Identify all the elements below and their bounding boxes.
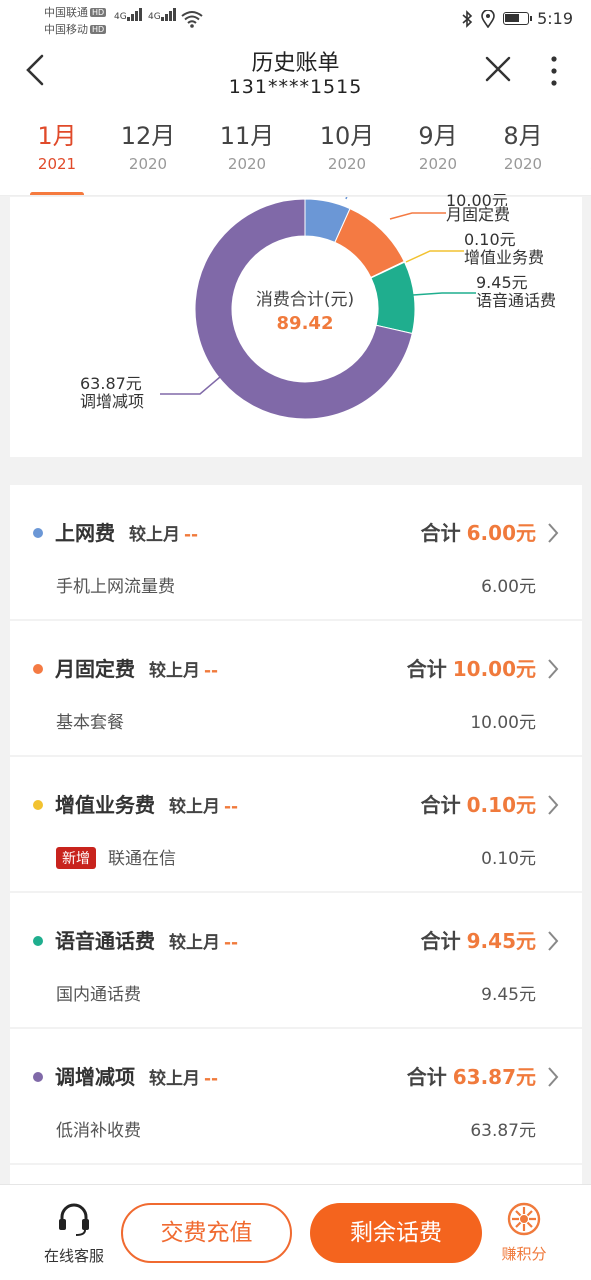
points-icon <box>507 1202 541 1236</box>
item-amount: 63.87元 <box>470 1121 536 1141</box>
compare-label: 较上月 -- <box>149 1069 219 1089</box>
category-dot <box>33 936 43 946</box>
leader-internet <box>345 197 348 200</box>
item-name: 联通在信 <box>108 849 176 869</box>
earn-points-button[interactable]: 赚积分 <box>494 1201 554 1264</box>
tab-month-6[interactable]: 7月2020 <box>574 116 591 173</box>
item-name: 基本套餐 <box>56 713 124 733</box>
category-dot <box>33 800 43 810</box>
compare-label: 较上月 -- <box>149 661 219 681</box>
category-name: 增值业务费 <box>55 793 155 817</box>
category-card-adjust[interactable]: 调增减项 较上月 -- 合计 63.87元 低消补收费 63.87元 <box>10 1029 582 1163</box>
chevron-right-icon[interactable] <box>546 1065 560 1089</box>
tab-month-1[interactable]: 12月 2020 <box>113 116 183 173</box>
bluetooth-icon <box>462 9 473 28</box>
location-icon <box>481 9 495 28</box>
leader-fixed <box>389 212 446 220</box>
leader-voice <box>412 292 476 296</box>
category-total: 合计 9.45元 <box>420 929 536 953</box>
tab-month-5[interactable]: 8月 2020 <box>488 116 558 173</box>
compare-label: 较上月 -- <box>169 797 239 817</box>
chevron-right-icon[interactable] <box>546 929 560 953</box>
pay-recharge-button[interactable]: 交费充值 <box>121 1203 292 1263</box>
chart-center-label: 消费合计(元) <box>255 290 355 310</box>
category-name: 月固定费 <box>55 657 135 681</box>
compare-label: 较上月 -- <box>169 933 239 953</box>
item-amount: 10.00元 <box>470 713 536 733</box>
wifi-icon <box>181 11 203 28</box>
carrier-1: 中国联通 HD <box>44 6 107 19</box>
callout-voice: 9.45元 语音通话费 <box>476 273 557 310</box>
tab-month-4[interactable]: 9月 2020 <box>403 116 473 173</box>
chevron-right-icon[interactable] <box>546 521 560 545</box>
close-icon[interactable] <box>483 54 513 84</box>
category-total: 合计 63.87元 <box>406 1065 536 1089</box>
bottom-bar: 在线客服 交费充值 剩余话费 赚积分 <box>0 1184 591 1280</box>
tab-month-2[interactable]: 11月 2020 <box>212 116 282 173</box>
tab-month-3[interactable]: 10月 2020 <box>312 116 382 173</box>
item-name: 低消补收费 <box>56 1121 141 1141</box>
category-total: 合计 0.10元 <box>420 793 536 817</box>
chart-center-total: 89.42 <box>276 313 334 334</box>
callout-vas: 0.10元 增值业务费 <box>464 230 545 267</box>
item-amount: 6.00元 <box>481 577 536 597</box>
signal-icon-2: 4G <box>148 8 177 24</box>
status-bar: 中国联通 HD 中国移动 HD 4G 4G 5:19 <box>0 0 591 40</box>
leader-vas <box>405 250 464 263</box>
category-dot <box>33 664 43 674</box>
signal-icon-1: 4G <box>114 8 143 24</box>
online-service-button[interactable]: 在线客服 <box>34 1201 114 1266</box>
callout-adjust: 63.87元 调增减项 <box>80 374 145 411</box>
tab-month-0[interactable]: 1月 2021 <box>22 116 92 195</box>
clock: 5:19 <box>537 9 573 28</box>
item-name: 国内通话费 <box>56 985 141 1005</box>
category-total: 合计 10.00元 <box>406 657 536 681</box>
category-card-fixed[interactable]: 月固定费 较上月 -- 合计 10.00元 基本套餐 10.00元 <box>10 621 582 755</box>
chart-card: 消费合计(元) 89.42 10.00元 月固定费 0.10元 增值业务费 9.45… <box>10 194 582 457</box>
category-total: 合计 6.00元 <box>420 521 536 545</box>
item-amount: 9.45元 <box>481 985 536 1005</box>
callout-fixed: 10.00元 月固定费 <box>446 194 511 224</box>
balance-button[interactable]: 剩余话费 <box>310 1203 482 1263</box>
item-name: 手机上网流量费 <box>56 577 175 597</box>
category-dot <box>33 528 43 538</box>
battery-icon <box>503 12 533 25</box>
compare-label: 较上月 -- <box>129 525 199 545</box>
item-amount: 0.10元 <box>481 849 536 869</box>
category-name: 调增减项 <box>55 1065 135 1089</box>
category-card-voice[interactable]: 语音通话费 较上月 -- 合计 9.45元 国内通话费 9.45元 <box>10 893 582 1027</box>
category-card-internet[interactable]: 上网费 较上月 -- 合计 6.00元 手机上网流量费 6.00元 <box>10 485 582 619</box>
chevron-right-icon[interactable] <box>546 657 560 681</box>
active-tab-indicator <box>30 192 84 195</box>
category-name: 语音通话费 <box>55 929 155 953</box>
next-card-edge <box>10 1165 582 1185</box>
category-dot <box>33 1072 43 1082</box>
leader-adjust <box>160 376 221 395</box>
month-tabs: 1月 2021 12月 2020 11月 2020 10月 2020 9月 2020 8月… <box>0 104 591 196</box>
category-card-vas[interactable]: 增值业务费 较上月 -- 合计 0.10元 新增 联通在信 0.10元 <box>10 757 582 891</box>
header: 历史账单 131****1515 <box>0 40 591 104</box>
carrier-2: 中国移动 HD <box>44 23 107 36</box>
more-icon[interactable] <box>544 54 564 88</box>
headset-icon <box>59 1203 89 1236</box>
category-name: 上网费 <box>55 521 115 545</box>
new-badge: 新增 <box>56 847 96 869</box>
chevron-right-icon[interactable] <box>546 793 560 817</box>
